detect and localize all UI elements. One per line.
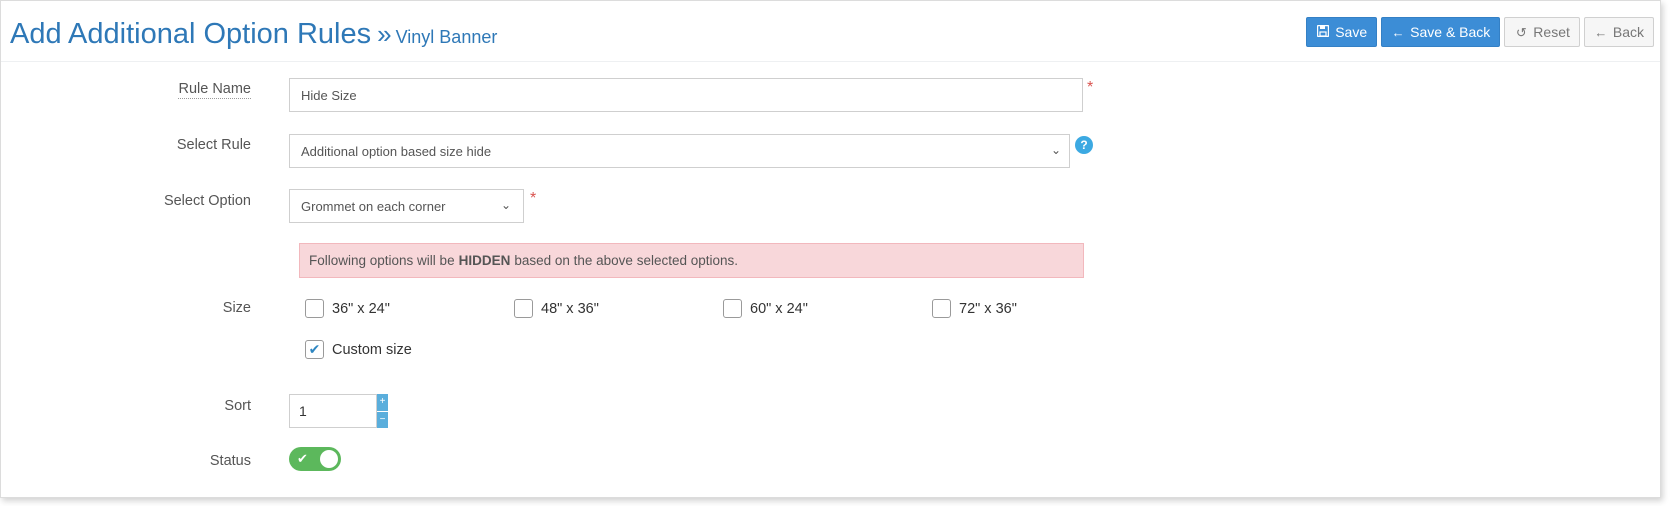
size-option-36x24[interactable]: 36" x 24": [305, 299, 390, 318]
save-back-label: Save & Back: [1410, 24, 1491, 40]
sort-input[interactable]: 1: [289, 394, 377, 428]
alert-suffix: based on the above selected options.: [514, 253, 739, 268]
chevron-down-icon: ⌄: [500, 198, 511, 212]
arrow-left-icon: ←: [1594, 24, 1608, 40]
alert-prefix: Following options will be: [309, 253, 455, 268]
size-option-label: 72" x 36": [959, 300, 1017, 317]
toggle-knob: [320, 450, 338, 468]
page-header: Add Additional Option Rules» Vinyl Banner…: [1, 1, 1660, 62]
breadcrumb-separator: »: [377, 19, 392, 49]
size-option-48x36[interactable]: 48" x 36": [514, 299, 599, 318]
rule-name-value: Hide Size: [301, 87, 357, 103]
sort-value: 1: [299, 403, 307, 419]
page-title: Add Additional Option Rules» Vinyl Banner: [10, 18, 497, 51]
back-button[interactable]: ← Back: [1583, 17, 1654, 47]
size-option-custom[interactable]: ✔ Custom size: [305, 340, 412, 359]
checkmark-icon: ✔: [297, 451, 308, 466]
save-button[interactable]: Save: [1306, 17, 1378, 47]
select-option-dropdown[interactable]: Grommet on each corner ⌄: [289, 189, 524, 223]
alert-emphasis: HIDDEN: [458, 253, 511, 268]
size-option-label: 48" x 36": [541, 300, 599, 317]
size-option-label: 36" x 24": [332, 300, 390, 317]
select-rule-dropdown[interactable]: Additional option based size hide ⌄: [289, 134, 1070, 168]
decrement-button[interactable]: −: [377, 411, 388, 428]
select-rule-label: Select Rule: [176, 137, 251, 153]
sort-stepper: + −: [377, 394, 388, 428]
save-and-back-button[interactable]: ← Save & Back: [1381, 17, 1501, 47]
product-name: Vinyl Banner: [395, 27, 498, 47]
required-marker: *: [530, 190, 537, 207]
increment-button[interactable]: +: [377, 394, 388, 412]
chevron-down-icon: ⌄: [1050, 143, 1061, 157]
rule-name-input[interactable]: Hide Size: [289, 78, 1083, 112]
reset-button[interactable]: ↺ Reset: [1504, 17, 1580, 47]
checkmark-icon: ✔: [308, 341, 321, 357]
status-label: Status: [209, 453, 251, 469]
back-label: Back: [1612, 24, 1644, 40]
floppy-disk-icon: [1316, 24, 1330, 39]
checkbox[interactable]: [723, 299, 742, 318]
checkbox-checked[interactable]: ✔: [305, 340, 324, 359]
select-rule-value: Additional option based size hide: [301, 143, 492, 159]
required-marker: *: [1087, 79, 1094, 96]
rule-name-label: Rule Name: [178, 81, 251, 99]
select-option-label: Select Option: [163, 193, 251, 209]
help-icon[interactable]: ?: [1075, 136, 1093, 154]
form-panel: Add Additional Option Rules» Vinyl Banner…: [0, 0, 1661, 498]
reset-label: Reset: [1533, 24, 1570, 40]
hidden-options-alert: Following options will be HIDDEN based o…: [299, 243, 1084, 278]
size-label: Size: [222, 300, 251, 316]
size-option-72x36[interactable]: 72" x 36": [932, 299, 1017, 318]
action-toolbar: Save ← Save & Back ↺ Reset ← Back: [1306, 17, 1654, 47]
undo-icon: ↺: [1515, 24, 1527, 40]
select-option-value: Grommet on each corner: [301, 198, 446, 214]
title-text: Add Additional Option Rules: [10, 18, 372, 50]
checkbox[interactable]: [932, 299, 951, 318]
size-option-60x24[interactable]: 60" x 24": [723, 299, 808, 318]
size-option-label: Custom size: [332, 341, 412, 358]
arrow-left-icon: ←: [1391, 24, 1405, 40]
save-label: Save: [1335, 24, 1368, 40]
status-toggle[interactable]: ✔: [289, 447, 341, 471]
checkbox[interactable]: [305, 299, 324, 318]
checkbox[interactable]: [514, 299, 533, 318]
size-option-label: 60" x 24": [750, 300, 808, 317]
sort-label: Sort: [224, 398, 251, 414]
